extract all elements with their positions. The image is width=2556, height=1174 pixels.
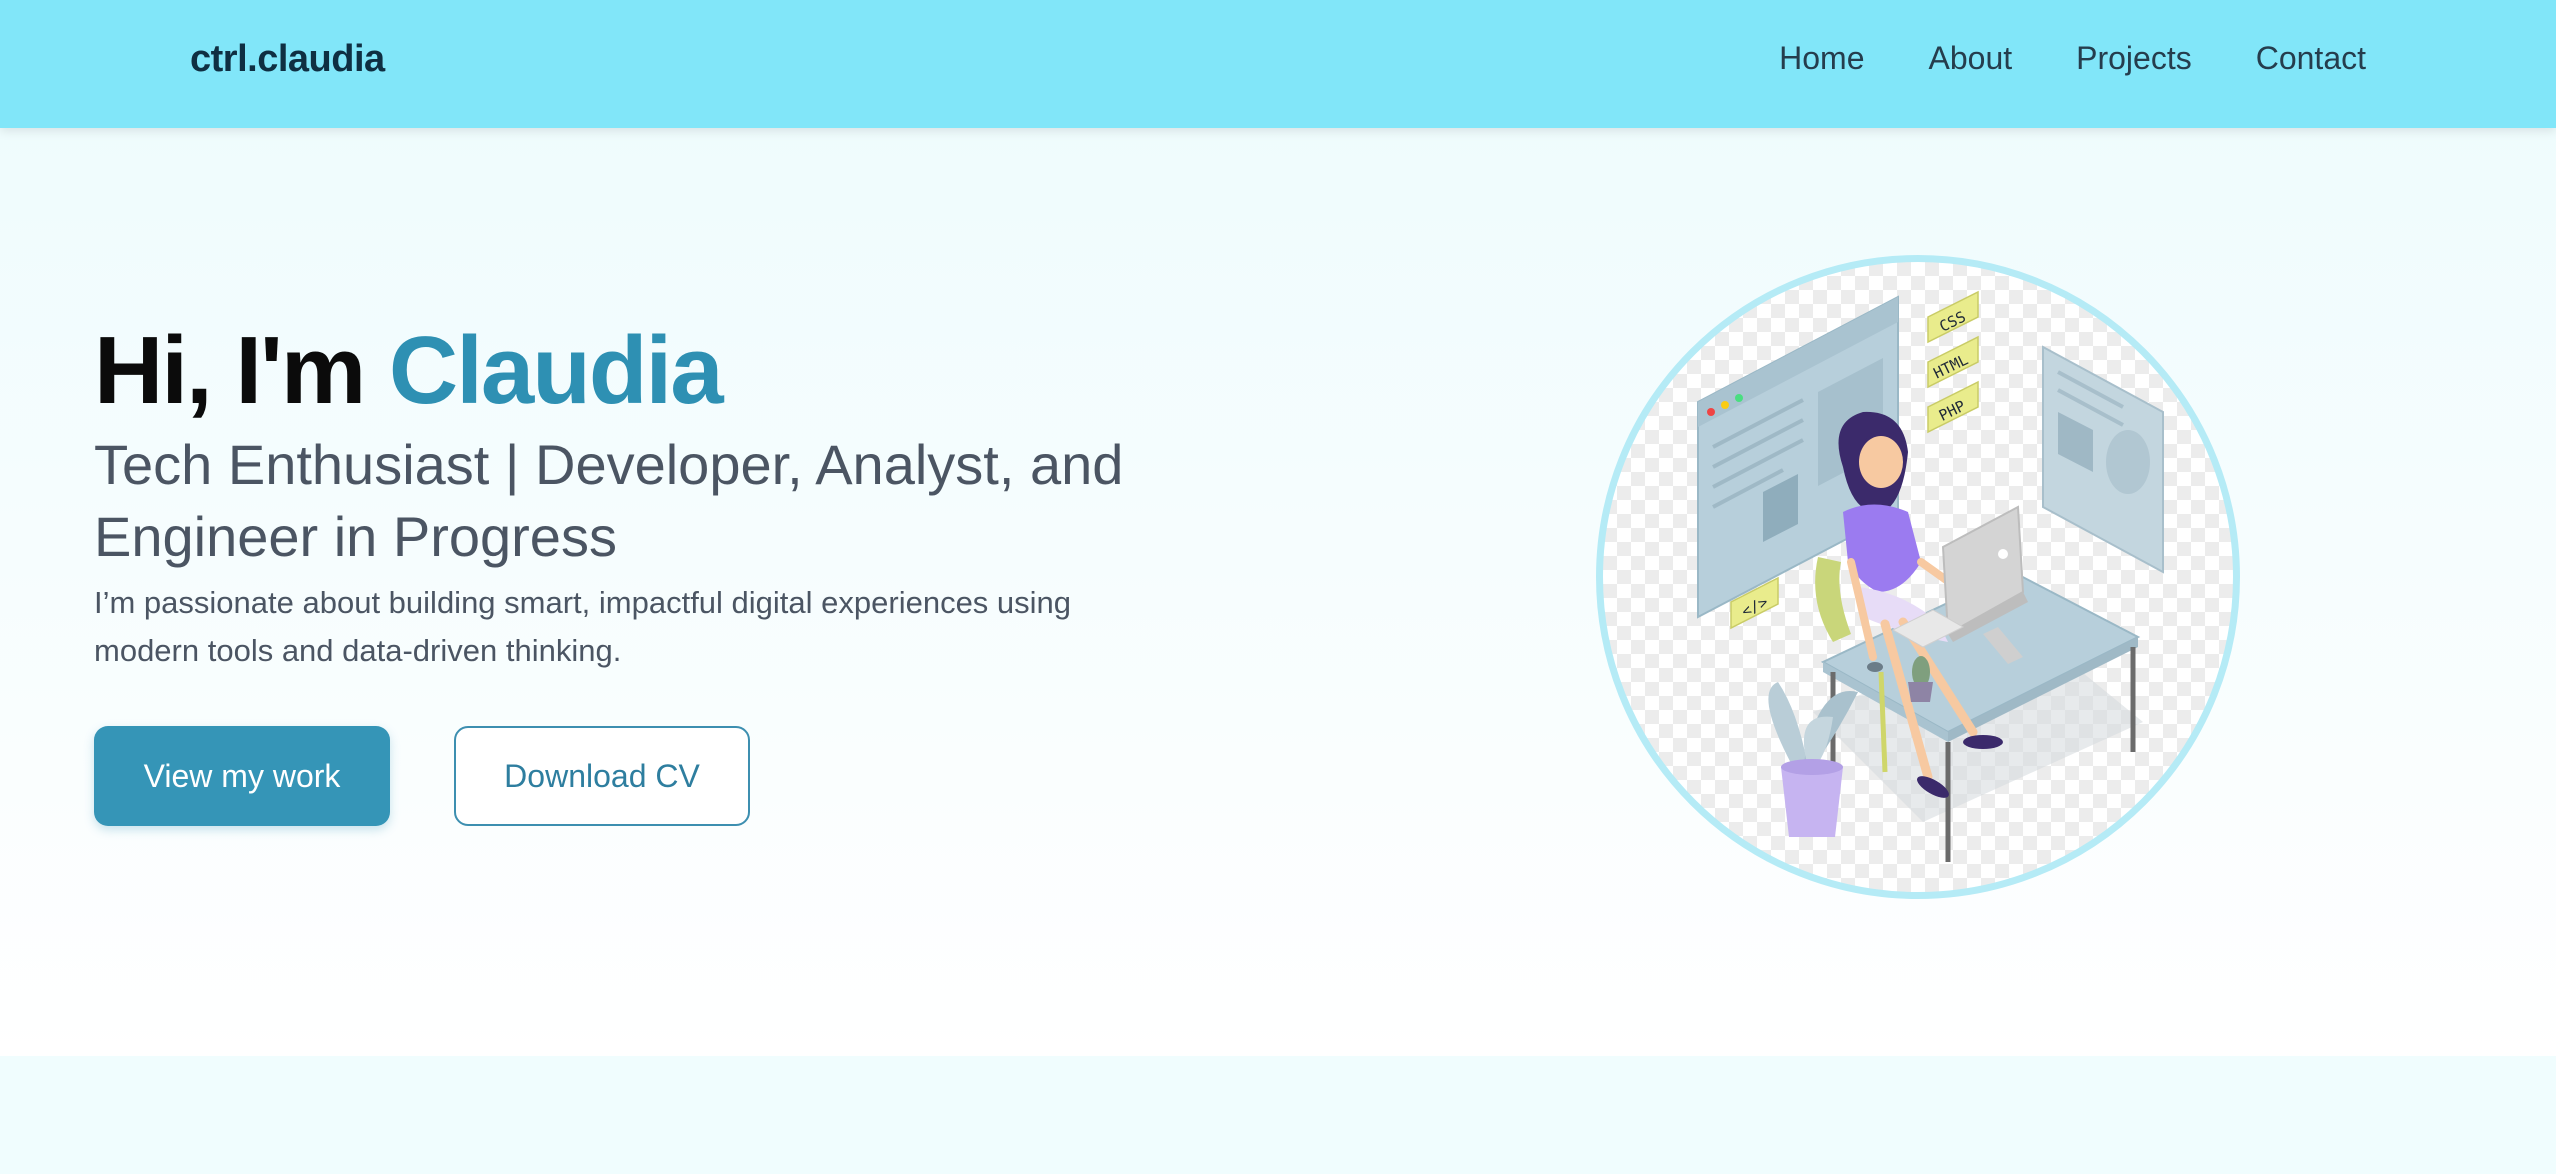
brand-logo[interactable]: ctrl.claudia xyxy=(190,38,385,81)
nav-contact-link[interactable]: Contact xyxy=(2256,40,2366,77)
download-cv-button[interactable]: Download CV xyxy=(454,726,750,826)
hero-text: Hi, I'm Claudia Tech Enthusiast | Develo… xyxy=(94,323,1194,675)
nav-about-link[interactable]: About xyxy=(1929,40,2013,77)
floor-plant xyxy=(1768,682,1858,837)
css-tag: CSS xyxy=(1927,290,1979,344)
hero-name: Claudia xyxy=(388,317,724,424)
next-section-strip xyxy=(0,1056,2556,1174)
nav-home-link[interactable]: Home xyxy=(1779,40,1864,77)
php-tag: PHP xyxy=(1927,380,1979,434)
nav-projects-link[interactable]: Projects xyxy=(2076,40,2192,77)
html-tag: HTML xyxy=(1927,335,1979,389)
hero-title: Hi, I'm Claudia xyxy=(94,323,1194,419)
hero-description: I’m passionate about building smart, imp… xyxy=(94,585,1072,668)
hero-buttons: View my work Download CV xyxy=(94,726,750,826)
hero-illustration: CSS HTML PHP </> xyxy=(1596,255,2240,899)
hero-greeting: Hi, I'm xyxy=(94,317,366,424)
navbar: ctrl.claudia Home About Projects Contact xyxy=(0,0,2556,128)
hero-subtitle: Tech Enthusiast | Developer, Analyst, an… xyxy=(94,433,1124,568)
nav-links: Home About Projects Contact xyxy=(1779,40,2366,77)
hero-section: Hi, I'm Claudia Tech Enthusiast | Develo… xyxy=(0,128,2556,1056)
browser-panel-right xyxy=(2042,345,2164,574)
developer-at-desk-illustration: CSS HTML PHP </> xyxy=(1697,290,2164,862)
view-my-work-button[interactable]: View my work xyxy=(94,726,390,826)
